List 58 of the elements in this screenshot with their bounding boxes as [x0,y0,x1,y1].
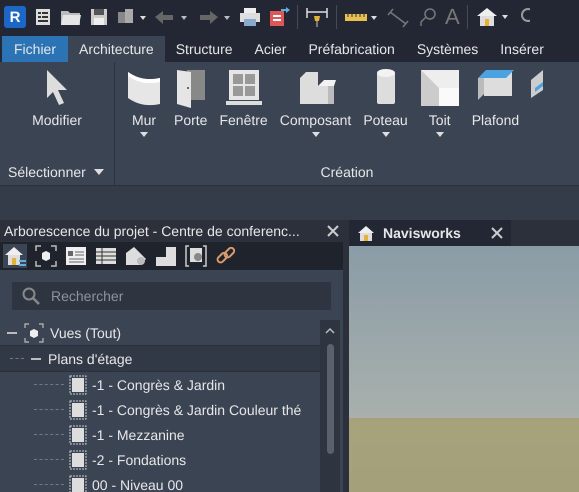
roof-icon [420,68,460,108]
close-icon[interactable] [490,227,503,239]
panel-title: Arborescence du projet - Centre de conferenc... [4,223,300,239]
search-icon [22,287,40,305]
ribbon-tab[interactable]: Préfabrication [297,36,406,62]
ribbon-tab[interactable]: Structure [164,36,244,62]
dimension-pin-icon[interactable] [305,6,329,28]
print-icon[interactable] [239,7,261,27]
export-icon[interactable] [268,7,290,27]
group-icon[interactable] [185,245,207,267]
ribbon-tab[interactable]: Systèmes [406,36,490,62]
ribbon-button[interactable]: Poteau [358,68,413,159]
sheet-list-icon[interactable] [65,245,87,267]
home-icon [357,225,375,241]
scrollbar[interactable] [320,320,340,492]
tree-row[interactable]: 00 - Niveau 00 [0,472,320,492]
tree-row[interactable]: -1 - Mezzanine [0,422,320,447]
floor-plan-icon [69,450,87,470]
home-icon[interactable] [474,6,511,28]
file-menu-tab[interactable]: Fichier [2,36,68,62]
save-icon[interactable] [89,7,109,27]
3d-view-icon [24,322,44,342]
ribbon-tab[interactable]: Insérer [489,36,555,62]
ribbon-button[interactable]: Composant [274,68,356,159]
ribbon-button[interactable]: Toit [414,68,465,159]
ribbon-button[interactable]: Modifier [27,68,87,159]
ribbon-button[interactable]: Plafond [466,68,524,159]
panel-title[interactable]: Sélectionner [8,164,86,180]
scroll-up-icon[interactable] [325,328,335,334]
3d-view-icon[interactable] [35,245,57,267]
panel-title: Création [320,164,374,180]
aligned-dimension-icon[interactable] [387,6,409,28]
ribbon-button[interactable]: Mur [121,68,167,159]
tree-row[interactable]: -1 - Congrès & Jardin Couleur thé [0,397,320,422]
ribbon-button[interactable]: Fenêtre [214,68,273,159]
floor-plan-icon [69,474,87,492]
window-icon [224,68,263,108]
floor-plan-icon [69,424,87,444]
tree-row[interactable]: -1 - Congrès & Jardin [0,372,320,397]
tree-row[interactable]: -2 - Fondations [0,447,320,472]
home-icon[interactable] [3,244,27,268]
document-list-icon[interactable] [33,7,53,27]
rolled-sheet-icon[interactable] [125,245,147,267]
floor-plan-icon [69,400,87,420]
caret-icon[interactable] [94,169,104,175]
tree-row[interactable]: Plans d'étage [0,345,320,372]
view-tab[interactable]: Navisworks [349,220,511,246]
ribbon-tab[interactable]: Architecture [68,36,165,62]
floor-plan-icon [69,374,87,394]
tree-row[interactable]: Vues (Tout) [0,320,320,345]
ribbon-tab[interactable]: Acier [244,36,298,62]
ribbon-button[interactable]: Porte [169,68,212,159]
family-icon[interactable] [155,245,177,267]
close-icon[interactable] [327,225,339,237]
door-icon [174,68,207,108]
schedule-table-icon[interactable] [95,245,117,267]
search-field[interactable]: Rechercher [12,282,331,310]
app-logo[interactable]: R [4,6,26,28]
